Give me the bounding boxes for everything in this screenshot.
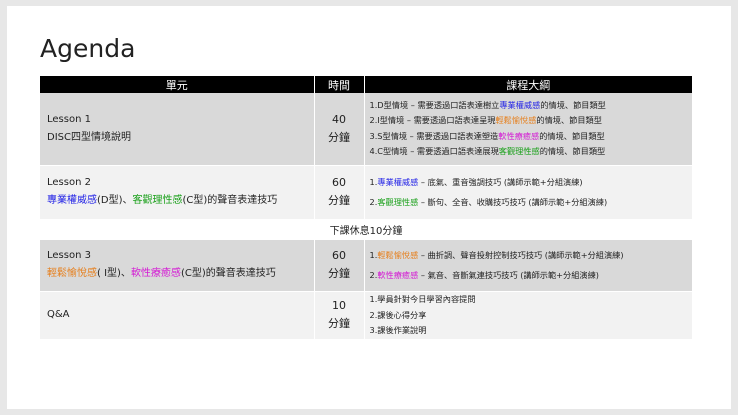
outline-item: 2.軟性療癒感 – 氣音、音斷氣連技巧技巧 (講師示範+分組演練) (369, 270, 599, 280)
table-row-lesson-2: Lesson 2 專業權威感(D型)、客觀理性感(C型)的聲音表達技巧 60 分… (40, 164, 692, 219)
unit-cell: Lesson 3 輕鬆愉悅感( I型)、軟性療癒感(C型)的聲音表達技巧 (40, 238, 315, 291)
slide: Agenda 單元 時間 課程大綱 Lesson 1 DISC四型情境說明 40 (7, 6, 731, 409)
unit-cell: Lesson 2 專業權威感(D型)、客觀理性感(C型)的聲音表達技巧 (40, 164, 315, 219)
outline-item: 4.C型情境 – 需要透過口語表達展現客觀理性感的情境、節目類型 (369, 146, 606, 157)
time-value: 60 (332, 176, 346, 189)
header-outline: 課程大綱 (364, 76, 692, 93)
lesson-subtitle: DISC四型情境說明 (47, 131, 131, 143)
table-row-lesson-1: Lesson 1 DISC四型情境說明 40 分鐘 1.D型情境 – 需要透過口… (40, 93, 692, 165)
unit-cell: Q&A (40, 290, 315, 339)
outline-item: 1.D型情境 – 需要透過口語表達樹立專業權威感的情境、節目類型 (369, 99, 606, 110)
time-unit: 分鐘 (328, 267, 350, 280)
outline-item: 2.課後心得分享 (369, 309, 427, 320)
lesson-label: Q&A (47, 309, 70, 321)
outline-item: 1.輕鬆愉悅感 – 曲折調、聲音投射控制技巧技巧 (講師示範+分組演練) (369, 250, 624, 260)
time-value: 40 (332, 112, 346, 126)
lesson-label: Lesson 1 (47, 113, 91, 125)
header-unit: 單元 (40, 76, 315, 93)
outline-cell: 1.學員針對今日學習內容提問 2.課後心得分享 3.課後作業說明 (364, 290, 692, 339)
unit-cell: Lesson 1 DISC四型情境說明 (40, 93, 315, 165)
time-cell: 60 分鐘 (314, 164, 365, 219)
time-unit: 分鐘 (328, 130, 350, 144)
header-time: 時間 (314, 76, 365, 93)
time-cell: 60 分鐘 (314, 238, 365, 291)
time-value: 60 (332, 249, 346, 262)
page-title: Agenda (40, 34, 136, 63)
table-row-lesson-3: Lesson 3 輕鬆愉悅感( I型)、軟性療癒感(C型)的聲音表達技巧 60 … (40, 238, 692, 291)
lesson-subtitle: 專業權威感(D型)、客觀理性感(C型)的聲音表達技巧 (47, 195, 278, 206)
outline-cell: 1.輕鬆愉悅感 – 曲折調、聲音投射控制技巧技巧 (講師示範+分組演練) 2.軟… (364, 238, 692, 291)
time-unit: 分鐘 (328, 317, 350, 331)
table-row-qa: Q&A 10 分鐘 1.學員針對今日學習內容提問 2.課後心得分享 3.課後作業… (40, 290, 692, 339)
outline-item: 3.課後作業說明 (369, 325, 427, 335)
table-row-break: 下課休息10分鐘 (40, 218, 692, 239)
time-value: 10 (332, 299, 346, 313)
outline-item: 2.I型情境 – 需要透過口語表達呈現輕鬆愉悅感的情境、節目類型 (369, 115, 602, 126)
time-unit: 分鐘 (328, 194, 350, 207)
outline-item: 1.專業權威感 – 底氣、重音強調技巧 (講師示範+分組演練) (369, 177, 583, 187)
outline-item: 1.學員針對今日學習內容提問 (369, 294, 476, 304)
outline-cell: 1.D型情境 – 需要透過口語表達樹立專業權威感的情境、節目類型 2.I型情境 … (364, 93, 692, 165)
table-header-row: 單元 時間 課程大綱 (40, 76, 692, 93)
lesson-subtitle: 輕鬆愉悅感( I型)、軟性療癒感(C型)的聲音表達技巧 (47, 268, 276, 279)
agenda-table: 單元 時間 課程大綱 Lesson 1 DISC四型情境說明 40 分鐘 1.D… (40, 76, 692, 339)
outline-item: 2.客觀理性感 – 斷句、全音、收購技巧技巧 (講師示範+分組演練) (369, 197, 608, 207)
lesson-label: Lesson 3 (47, 250, 91, 261)
outline-item: 3.S型情境 – 需要透過口語表達塑造軟性療癒感的情境、節目類型 (369, 130, 605, 141)
time-cell: 40 分鐘 (314, 93, 365, 165)
time-cell: 10 分鐘 (314, 290, 365, 339)
lesson-label: Lesson 2 (47, 177, 91, 188)
outline-cell: 1.專業權威感 – 底氣、重音強調技巧 (講師示範+分組演練) 2.客觀理性感 … (364, 164, 692, 219)
break-text: 下課休息10分鐘 (40, 218, 692, 239)
